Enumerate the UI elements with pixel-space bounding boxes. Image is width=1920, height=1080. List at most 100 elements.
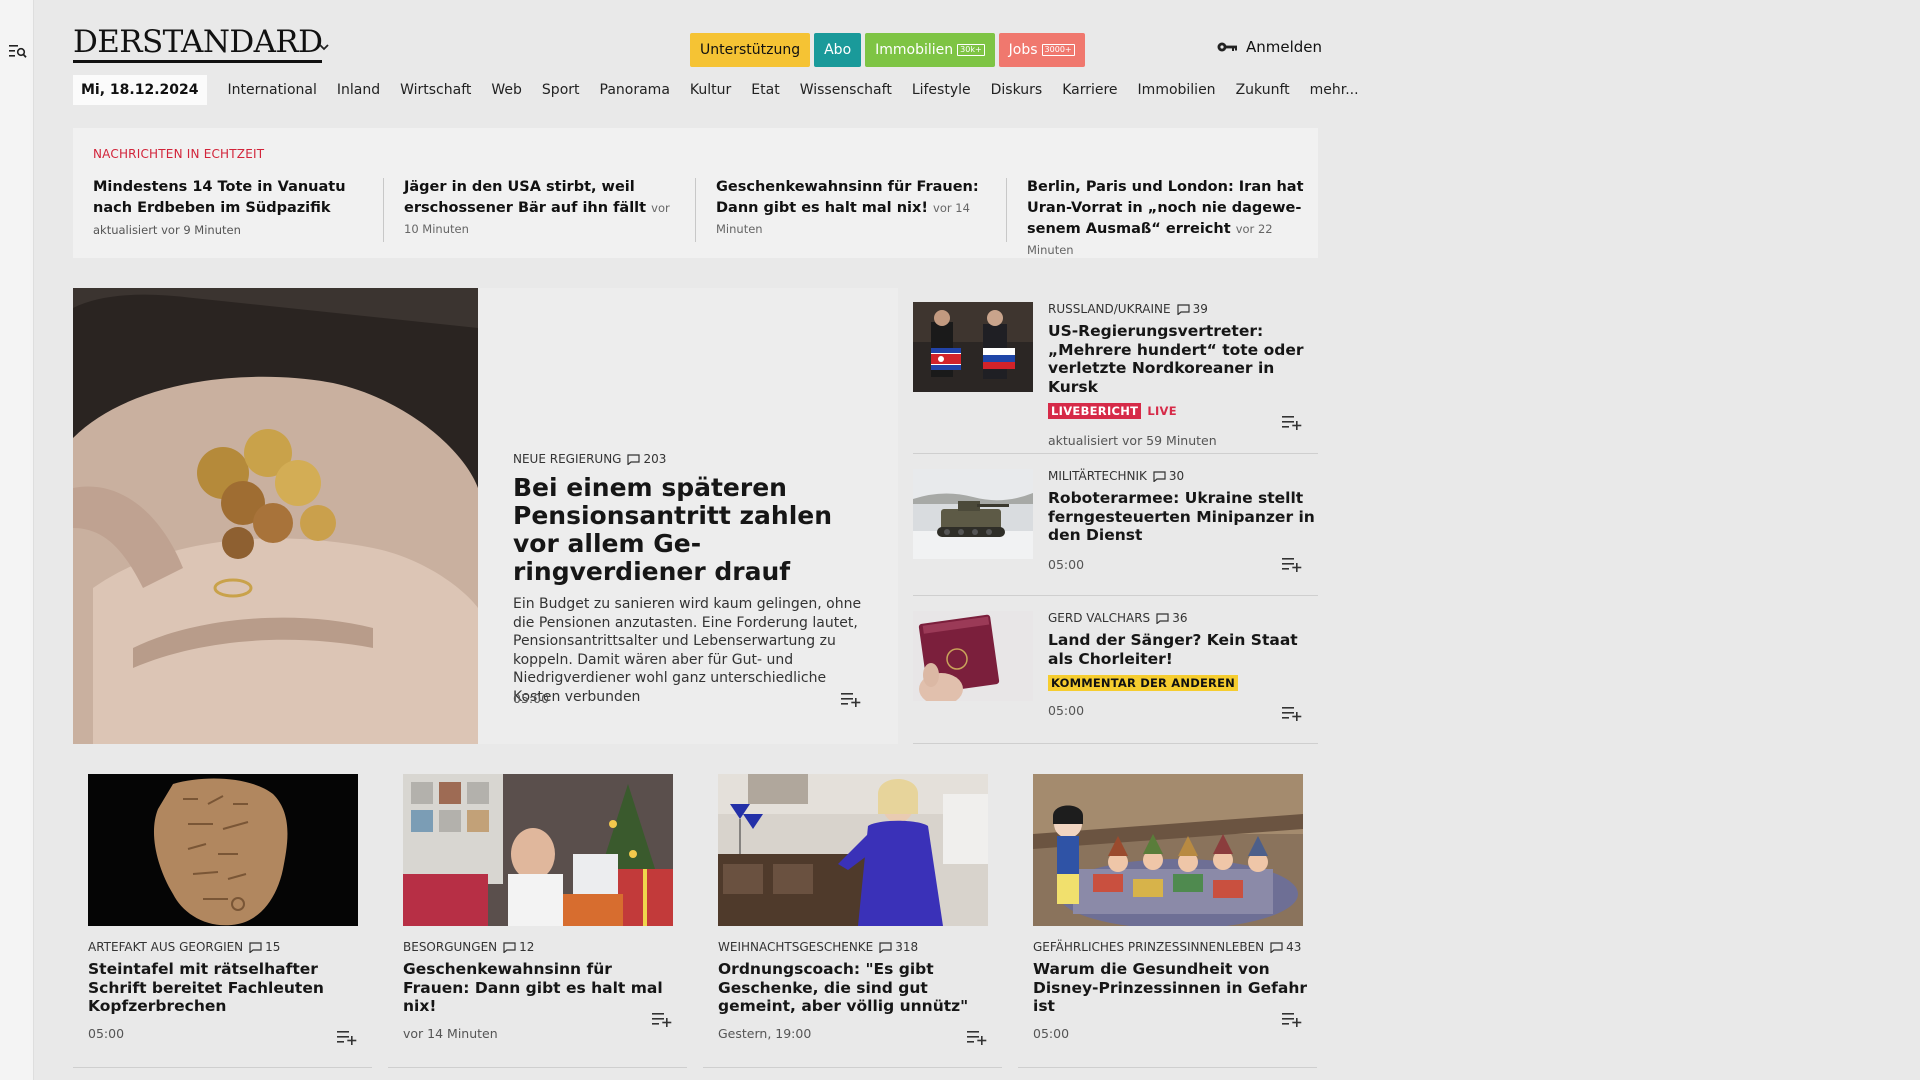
ticker-item-title: Jäger in den USA stirbt, weil erschos­se…: [404, 179, 647, 216]
nav-item-diskurs[interactable]: Diskurs: [981, 82, 1053, 98]
side-headline[interactable]: Roboterarmee: Ukraine stellt ferngesteue…: [1048, 489, 1318, 545]
card-image-stone-tablet[interactable]: [88, 774, 358, 926]
card-image-snow-white[interactable]: [1033, 774, 1303, 926]
add-to-list-icon[interactable]: [967, 1029, 987, 1045]
card-headline[interactable]: Ordnungscoach: "Es gibt Geschenke, die s…: [718, 960, 993, 1016]
support-button[interactable]: Unterstützung: [690, 33, 811, 67]
jobs-button[interactable]: Jobs 3000+: [998, 33, 1085, 67]
ticker-divider: [383, 178, 384, 242]
nav-item-karriere[interactable]: Karriere: [1052, 82, 1127, 98]
jobs-button-label: Jobs: [1008, 42, 1038, 58]
site-logo[interactable]: DERSTANDARD: [73, 27, 323, 63]
nav-item-zukunft[interactable]: Zukunft: [1226, 82, 1300, 98]
side-kicker-label: GERD VALCHARS: [1048, 611, 1151, 625]
side-headline[interactable]: US-Regierungsvertreter: „Mehrere hundert…: [1048, 322, 1318, 396]
side-kicker: MILITÄRTECHNIK 30: [1048, 469, 1318, 483]
comment-count[interactable]: 203: [627, 452, 666, 466]
immobilien-count-badge: 30k+: [957, 44, 985, 56]
side-thumb-summit[interactable]: [913, 302, 1033, 392]
add-to-list-icon[interactable]: [841, 691, 861, 707]
live-label: LIVE: [1147, 404, 1177, 418]
nav-item-wirtschaft[interactable]: Wirtschaft: [390, 82, 481, 98]
article-card[interactable]: GEFÄHRLICHES PRINZESSINNENLEBEN 43 Warum…: [1018, 774, 1317, 1068]
comment-count[interactable]: 318: [879, 940, 918, 954]
comment-count[interactable]: 43: [1270, 940, 1301, 954]
add-to-list-icon[interactable]: [1282, 705, 1302, 721]
add-to-list-icon[interactable]: [652, 1011, 672, 1027]
side-kicker-label: MILITÄRTECHNIK: [1048, 469, 1147, 483]
key-icon: [1217, 42, 1237, 52]
add-to-list-icon[interactable]: [1282, 414, 1302, 430]
nav-item-more[interactable]: mehr...: [1300, 82, 1369, 98]
side-thumb-tank[interactable]: [913, 469, 1033, 559]
login-button[interactable]: Anmelden: [1216, 38, 1322, 56]
comment-count[interactable]: 12: [503, 940, 534, 954]
side-article[interactable]: RUSSLAND/UKRAINE 39 US-Regierungsvertret…: [913, 288, 1318, 454]
search-menu-icon[interactable]: [9, 43, 27, 59]
ticker-item[interactable]: Berlin, Paris und London: Iran hat Uran-…: [1027, 177, 1307, 261]
header-buttons: Unterstützung Abo Immobilien 30k+ Jobs 3…: [690, 33, 1085, 67]
ticker-item[interactable]: Geschenkewahnsinn für Frauen: Dann gibt …: [716, 177, 996, 240]
comment-count[interactable]: 30: [1153, 469, 1184, 483]
card-body: WEIHNACHTSGESCHENKE 318 Ordnungscoach: "…: [718, 940, 993, 1041]
nav-item-lifestyle[interactable]: Lifestyle: [902, 82, 981, 98]
immobilien-button[interactable]: Immobilien 30k+: [865, 33, 995, 67]
nav-item-panorama[interactable]: Panorama: [590, 82, 680, 98]
ticker-item[interactable]: Jäger in den USA stirbt, weil erschos­se…: [404, 177, 684, 240]
side-article-body: RUSSLAND/UKRAINE 39 US-Regierungsvertret…: [1048, 302, 1318, 448]
hero-image-coins-in-hand[interactable]: [73, 288, 478, 744]
article-card[interactable]: ARTEFAKT AUS GEORGIEN 15 Steintafel mit …: [73, 774, 372, 1068]
card-kicker: GEFÄHRLICHES PRINZESSINNENLEBEN 43: [1033, 940, 1308, 954]
side-article[interactable]: MILITÄRTECHNIK 30 Roboterarmee: Ukraine …: [913, 455, 1318, 596]
comment-count-value: 39: [1192, 302, 1208, 316]
comment-count-value: 36: [1172, 611, 1188, 625]
nav-item-sport[interactable]: Sport: [532, 82, 590, 98]
side-kicker: RUSSLAND/UKRAINE 39: [1048, 302, 1318, 316]
hero-time: 05:00: [513, 691, 550, 706]
nav-item-wissenschaft[interactable]: Wissenschaft: [790, 82, 902, 98]
hero-article[interactable]: NEUE REGIERUNG 203 Bei einem späteren Pe…: [73, 288, 898, 744]
card-image-gift-stress[interactable]: [403, 774, 673, 926]
login-label: Anmelden: [1246, 38, 1323, 56]
support-button-label: Unterstützung: [700, 42, 801, 58]
nav-item-etat[interactable]: Etat: [741, 82, 789, 98]
comment-icon: [879, 941, 892, 953]
immobilien-button-label: Immobilien: [875, 42, 954, 58]
nav-item-kultur[interactable]: Kultur: [680, 82, 741, 98]
ticker-divider: [695, 178, 696, 242]
left-rail: [0, 0, 34, 1080]
article-card[interactable]: WEIHNACHTSGESCHENKE 318 Ordnungscoach: "…: [703, 774, 1002, 1068]
ticker-item[interactable]: Mindestens 14 Tote in Vanuatu nach Erdbe…: [93, 177, 373, 239]
card-body: GEFÄHRLICHES PRINZESSINNENLEBEN 43 Warum…: [1033, 940, 1308, 1041]
abo-button[interactable]: Abo: [814, 33, 862, 67]
article-card[interactable]: BESORGUNGEN 12 Geschenkewahnsinn für Fra…: [388, 774, 687, 1068]
add-to-list-icon[interactable]: [1282, 556, 1302, 572]
chevron-down-icon[interactable]: [318, 42, 330, 52]
add-to-list-icon[interactable]: [337, 1029, 357, 1045]
live-tags: LIVEBERICHT LIVE: [1048, 403, 1318, 419]
nav-item-immobilien[interactable]: Immobilien: [1128, 82, 1226, 98]
nav-item-inland[interactable]: Inland: [327, 82, 390, 98]
side-kicker-label: RUSSLAND/UKRAINE: [1048, 302, 1171, 316]
comment-count-value: 318: [895, 940, 919, 954]
opinion-tags: KOMMENTAR DER ANDEREN: [1048, 675, 1318, 691]
nav-item-web[interactable]: Web: [481, 82, 532, 98]
comment-count-value: 203: [643, 452, 667, 466]
comment-count[interactable]: 15: [249, 940, 280, 954]
card-headline[interactable]: Geschenkewahnsinn für Frauen: Dann gibt …: [403, 960, 678, 1016]
card-headline[interactable]: Steintafel mit rätselhafter Schrift bere…: [88, 960, 363, 1016]
side-article[interactable]: GERD VALCHARS 36 Land der Sänger? Kein S…: [913, 597, 1318, 744]
hero-text: NEUE REGIERUNG 203 Bei einem späteren Pe…: [513, 452, 873, 706]
card-image-organizing-coach[interactable]: [718, 774, 988, 926]
hero-headline[interactable]: Bei einem späteren Pensions­antritt zahl…: [513, 474, 873, 586]
add-to-list-icon[interactable]: [1282, 1011, 1302, 1027]
comment-count[interactable]: 39: [1177, 302, 1208, 316]
card-time: Gestern, 19:00: [718, 1025, 812, 1041]
side-headline[interactable]: Land der Sänger? Kein Staat als Chorleit…: [1048, 631, 1318, 668]
card-headline[interactable]: Warum die Gesundheit von Dis­ney-Prinzes…: [1033, 960, 1308, 1016]
nav-item-international[interactable]: International: [218, 82, 327, 98]
comment-count[interactable]: 36: [1156, 611, 1187, 625]
hero-kicker: NEUE REGIERUNG 203: [513, 452, 873, 466]
side-thumb-passport[interactable]: [913, 611, 1033, 701]
hero-kicker-label: NEUE REGIERUNG: [513, 452, 622, 466]
